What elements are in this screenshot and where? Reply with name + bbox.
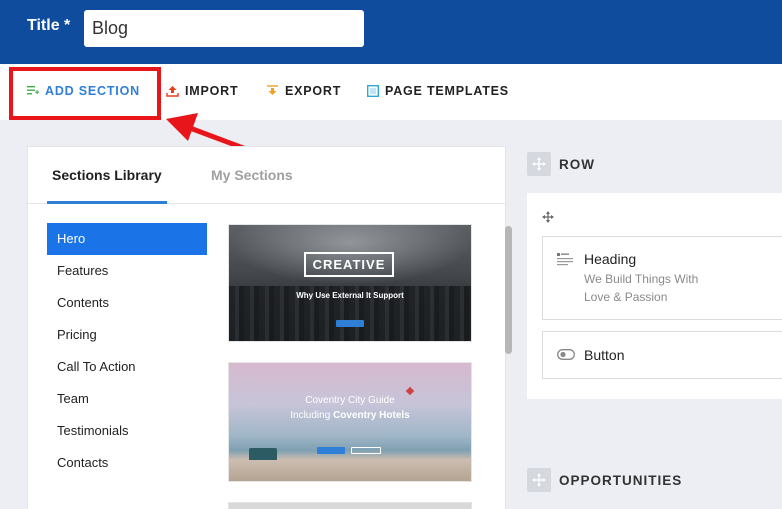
row-move-handle[interactable] [527,152,551,176]
tab-my-sections[interactable]: My Sections [211,167,293,183]
section-thumbnails: CREATIVE Why Use External It Support Cov… [228,224,472,509]
category-list: Hero Features Contents Pricing Call To A… [47,223,207,479]
title-input[interactable] [84,10,364,47]
category-features[interactable]: Features [47,255,207,287]
category-contacts[interactable]: Contacts [47,447,207,479]
page-templates-button[interactable]: PAGE TEMPLATES [367,84,509,98]
move-icon [532,157,546,171]
active-tab-indicator [47,201,167,204]
section-thumbnail-coventry[interactable]: Coventry City Guide Including Coventry H… [228,362,472,482]
thumbnail-subtitle: Why Use External It Support [296,291,404,300]
library-tabs: Sections Library My Sections [28,147,505,204]
export-label: EXPORT [285,84,342,98]
column-move-icon[interactable] [541,210,555,224]
title-label: Title * [27,17,71,34]
button-element[interactable]: Button [542,331,782,379]
thumbnail-secondary-cta [351,447,381,454]
category-pricing[interactable]: Pricing [47,319,207,351]
heading-icon [557,253,573,266]
row-label: ROW [559,156,595,172]
import-label: IMPORT [185,84,239,98]
opportunities-move-handle[interactable] [527,468,551,492]
thumbnail-title: Coventry City Guide [305,395,395,406]
thumbnail-cta [317,447,345,454]
tent-shape [249,448,277,460]
opportunities-label: OPPORTUNITIES [559,472,683,488]
section-thumbnail-creative[interactable]: CREATIVE Why Use External It Support [228,224,472,342]
category-call-to-action[interactable]: Call To Action [47,351,207,383]
heading-element-subtitle-line2: Love & Passion [584,290,668,304]
category-contents[interactable]: Contents [47,287,207,319]
heading-element-subtitle-line1: We Build Things With [584,272,699,286]
category-team[interactable]: Team [47,383,207,415]
import-button[interactable]: IMPORT [166,84,238,98]
top-bar: Title * [0,0,782,64]
kite-shape [405,386,415,396]
thumbnail-cta [336,320,364,327]
sections-library-panel: Sections Library My Sections Hero Featur… [27,146,512,509]
button-element-title: Button [584,347,625,363]
import-icon [166,86,179,97]
row-header: ROW [527,152,595,176]
category-hero[interactable]: Hero [47,223,207,255]
button-icon [557,349,575,360]
category-testimonials[interactable]: Testimonials [47,415,207,447]
export-icon [267,85,278,95]
thumbnail-title: CREATIVE [304,252,394,277]
page-templates-icon [367,85,379,97]
opportunities-header: OPPORTUNITIES [527,468,682,492]
move-icon [532,473,546,487]
thumbnails-scrollbar[interactable] [505,226,512,354]
section-thumbnail-next[interactable] [228,502,472,509]
heading-element[interactable]: Heading We Build Things With Love & Pass… [542,236,782,320]
export-button[interactable]: EXPORT [266,84,341,98]
annotation-highlight-box [9,67,161,120]
page-templates-label: PAGE TEMPLATES [385,84,509,98]
heading-element-title: Heading [584,251,637,267]
tab-sections-library[interactable]: Sections Library [52,167,162,183]
